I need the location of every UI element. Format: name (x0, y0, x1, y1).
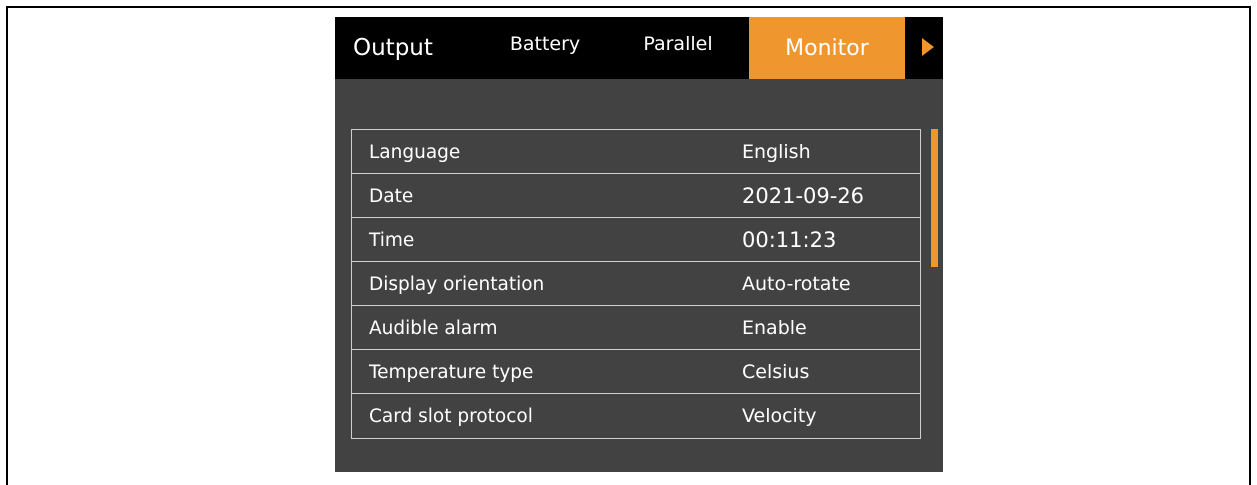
tab-bar: Output Battery Parallel Monitor (335, 17, 943, 79)
setting-value: Velocity (742, 405, 817, 427)
setting-row-language[interactable]: Language English (352, 130, 920, 174)
monitor-settings-screen: Output Battery Parallel Monitor Language… (335, 17, 943, 472)
setting-row-display-orientation[interactable]: Display orientation Auto-rotate (352, 262, 920, 306)
setting-label: Card slot protocol (369, 405, 533, 427)
play-arrow-icon (922, 38, 934, 56)
next-tab-button[interactable] (913, 17, 943, 79)
setting-value: 00:11:23 (742, 228, 837, 252)
tab-monitor[interactable]: Monitor (749, 17, 905, 79)
setting-label: Display orientation (369, 273, 545, 295)
setting-value: Enable (742, 317, 807, 339)
setting-label: Language (369, 141, 461, 163)
setting-value: Celsius (742, 361, 810, 383)
setting-label: Audible alarm (369, 317, 498, 339)
setting-label: Temperature type (369, 361, 534, 383)
setting-row-time[interactable]: Time 00:11:23 (352, 218, 920, 262)
setting-value: English (742, 141, 811, 163)
tab-output[interactable]: Output (353, 17, 465, 79)
tab-battery[interactable]: Battery (495, 13, 595, 75)
setting-value: Auto-rotate (742, 273, 851, 295)
tab-parallel[interactable]: Parallel (628, 13, 728, 75)
setting-label: Time (369, 229, 415, 251)
setting-row-temperature-type[interactable]: Temperature type Celsius (352, 350, 920, 394)
setting-row-date[interactable]: Date 2021-09-26 (352, 174, 920, 218)
scrollbar[interactable] (931, 129, 938, 267)
setting-label: Date (369, 185, 414, 207)
setting-row-audible-alarm[interactable]: Audible alarm Enable (352, 306, 920, 350)
setting-row-card-slot-protocol[interactable]: Card slot protocol Velocity (352, 394, 920, 438)
settings-list: Language English Date 2021-09-26 Time 00… (351, 129, 921, 439)
setting-value: 2021-09-26 (742, 184, 865, 208)
